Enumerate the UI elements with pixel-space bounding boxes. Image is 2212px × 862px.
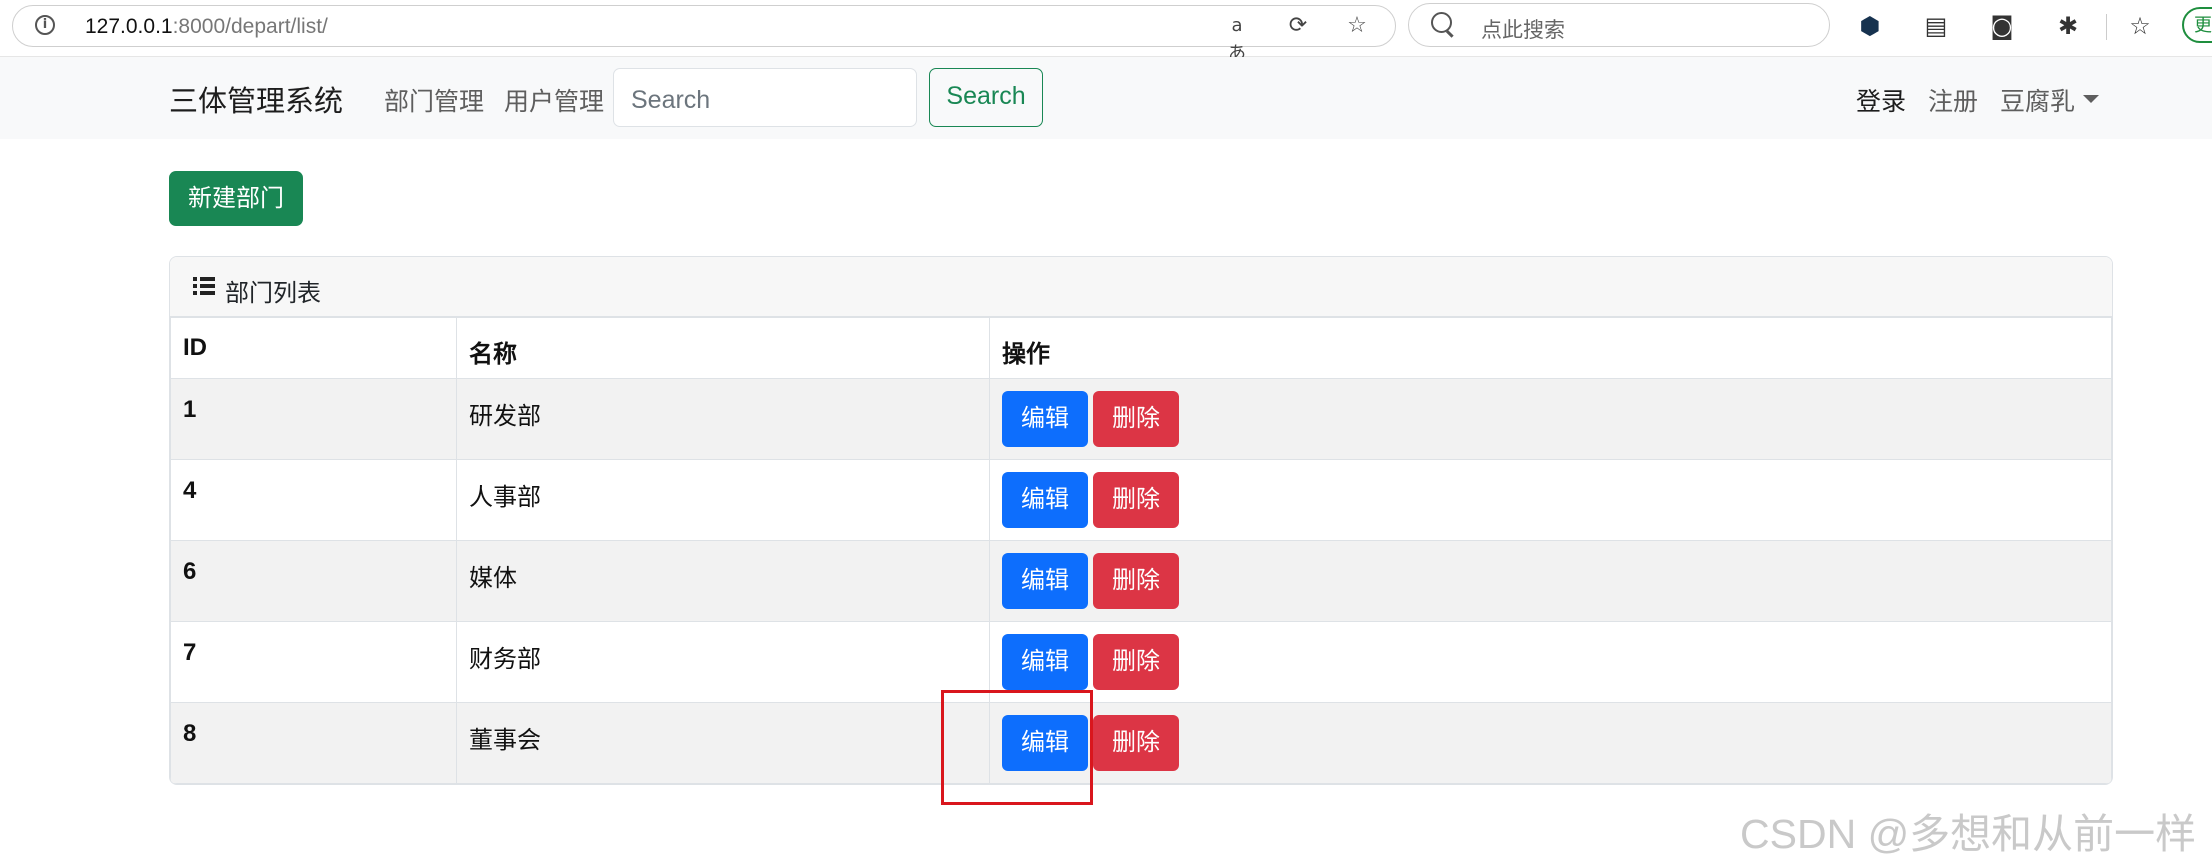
cell-actions: 编辑 删除 — [989, 378, 2112, 460]
edit-button[interactable]: 编辑 — [1002, 634, 1088, 690]
list-icon — [193, 277, 215, 295]
table-header-row: ID 名称 操作 — [170, 317, 2112, 379]
cell-actions: 编辑 删除 — [989, 702, 2112, 784]
user-dropdown[interactable]: 豆腐乳 — [2000, 82, 2075, 118]
browser-search-box[interactable]: 点此搜索 — [1408, 3, 1830, 47]
update-button[interactable]: 更 — [2182, 7, 2212, 43]
table-row: 7 财务部 编辑 删除 — [170, 621, 2112, 703]
navbar-search-button[interactable]: Search — [929, 68, 1043, 127]
cell-id: 4 — [170, 459, 457, 541]
brand-title[interactable]: 三体管理系统 — [169, 78, 343, 120]
department-table: ID 名称 操作 1 研发部 编辑 删除 4 人事部 编辑 删除 6 媒体 编辑… — [170, 317, 2112, 784]
delete-button[interactable]: 删除 — [1093, 472, 1179, 528]
delete-button[interactable]: 删除 — [1093, 391, 1179, 447]
chevron-down-icon[interactable] — [2083, 95, 2099, 103]
cell-id: 1 — [170, 378, 457, 460]
nav-link-departments[interactable]: 部门管理 — [384, 82, 484, 118]
watermark: CSDN @多想和从前一样 — [1740, 811, 2197, 857]
delete-button[interactable]: 删除 — [1093, 553, 1179, 609]
cell-name: 董事会 — [456, 702, 990, 784]
edge-refresh-icon[interactable]: ⟳ — [1284, 12, 1312, 40]
edit-button[interactable]: 编辑 — [1002, 472, 1088, 528]
address-bar[interactable]: i 127.0.0.1:8000/depart/list/ aあ ⟳ ☆ — [12, 5, 1396, 64]
cell-name: 研发部 — [456, 378, 990, 460]
extensions-puzzle-icon[interactable]: ✱ — [2052, 10, 2084, 42]
cell-actions: 编辑 删除 — [989, 459, 2112, 541]
url-host: 127.0.0.1 — [85, 15, 173, 38]
cell-id: 7 — [170, 621, 457, 703]
navbar-search-input[interactable]: Search — [613, 68, 917, 127]
delete-button[interactable]: 删除 — [1093, 715, 1179, 771]
column-header-id: ID — [170, 317, 457, 379]
cell-name: 财务部 — [456, 621, 990, 703]
edit-button[interactable]: 编辑 — [1002, 391, 1088, 447]
column-header-actions: 操作 — [989, 317, 2112, 379]
annotation-highlight-box — [941, 690, 1093, 805]
panel-header: 部门列表 — [170, 257, 2112, 317]
login-link[interactable]: 登录 — [1856, 82, 1906, 118]
read-aloud-icon[interactable]: aあ — [1223, 12, 1251, 64]
site-info-icon[interactable]: i — [35, 15, 55, 35]
nav-link-users[interactable]: 用户管理 — [504, 82, 604, 118]
top-navbar: 三体管理系统 部门管理 用户管理 Search Search 登录 注册 豆腐乳 — [0, 57, 2212, 139]
table-row: 1 研发部 编辑 删除 — [170, 378, 2112, 460]
cell-actions: 编辑 删除 — [989, 621, 2112, 703]
cell-id: 6 — [170, 540, 457, 622]
favorite-star-icon[interactable]: ☆ — [1343, 12, 1371, 40]
table-row: 8 董事会 编辑 删除 — [170, 702, 2112, 784]
games-icon[interactable]: ◙ — [1986, 10, 2018, 42]
department-panel: 部门列表 ID 名称 操作 1 研发部 编辑 删除 4 人事部 编辑 删除 6 … — [169, 256, 2113, 785]
address-url[interactable]: 127.0.0.1:8000/depart/list/ — [85, 15, 328, 39]
edit-button[interactable]: 编辑 — [1002, 553, 1088, 609]
browser-search-placeholder: 点此搜索 — [1481, 19, 1565, 42]
browser-toolbar: i 127.0.0.1:8000/depart/list/ aあ ⟳ ☆ 点此搜… — [0, 0, 2212, 64]
register-link[interactable]: 注册 — [1928, 82, 1978, 118]
column-header-name: 名称 — [456, 317, 990, 379]
url-path: :8000/depart/list/ — [172, 15, 328, 38]
reading-view-icon[interactable]: ▤ — [1920, 10, 1952, 42]
table-row: 6 媒体 编辑 删除 — [170, 540, 2112, 622]
toolbar-divider — [2106, 14, 2107, 40]
cell-name: 媒体 — [456, 540, 990, 622]
cell-name: 人事部 — [456, 459, 990, 541]
cell-actions: 编辑 删除 — [989, 540, 2112, 622]
delete-button[interactable]: 删除 — [1093, 634, 1179, 690]
search-icon — [1431, 12, 1452, 33]
cell-id: 8 — [170, 702, 457, 784]
panel-title: 部门列表 — [225, 280, 321, 307]
extension-shield-icon[interactable]: ⬢ — [1854, 10, 1886, 42]
table-row: 4 人事部 编辑 删除 — [170, 459, 2112, 541]
new-department-button[interactable]: 新建部门 — [169, 171, 303, 226]
favorites-list-icon[interactable]: ☆ — [2124, 10, 2156, 42]
